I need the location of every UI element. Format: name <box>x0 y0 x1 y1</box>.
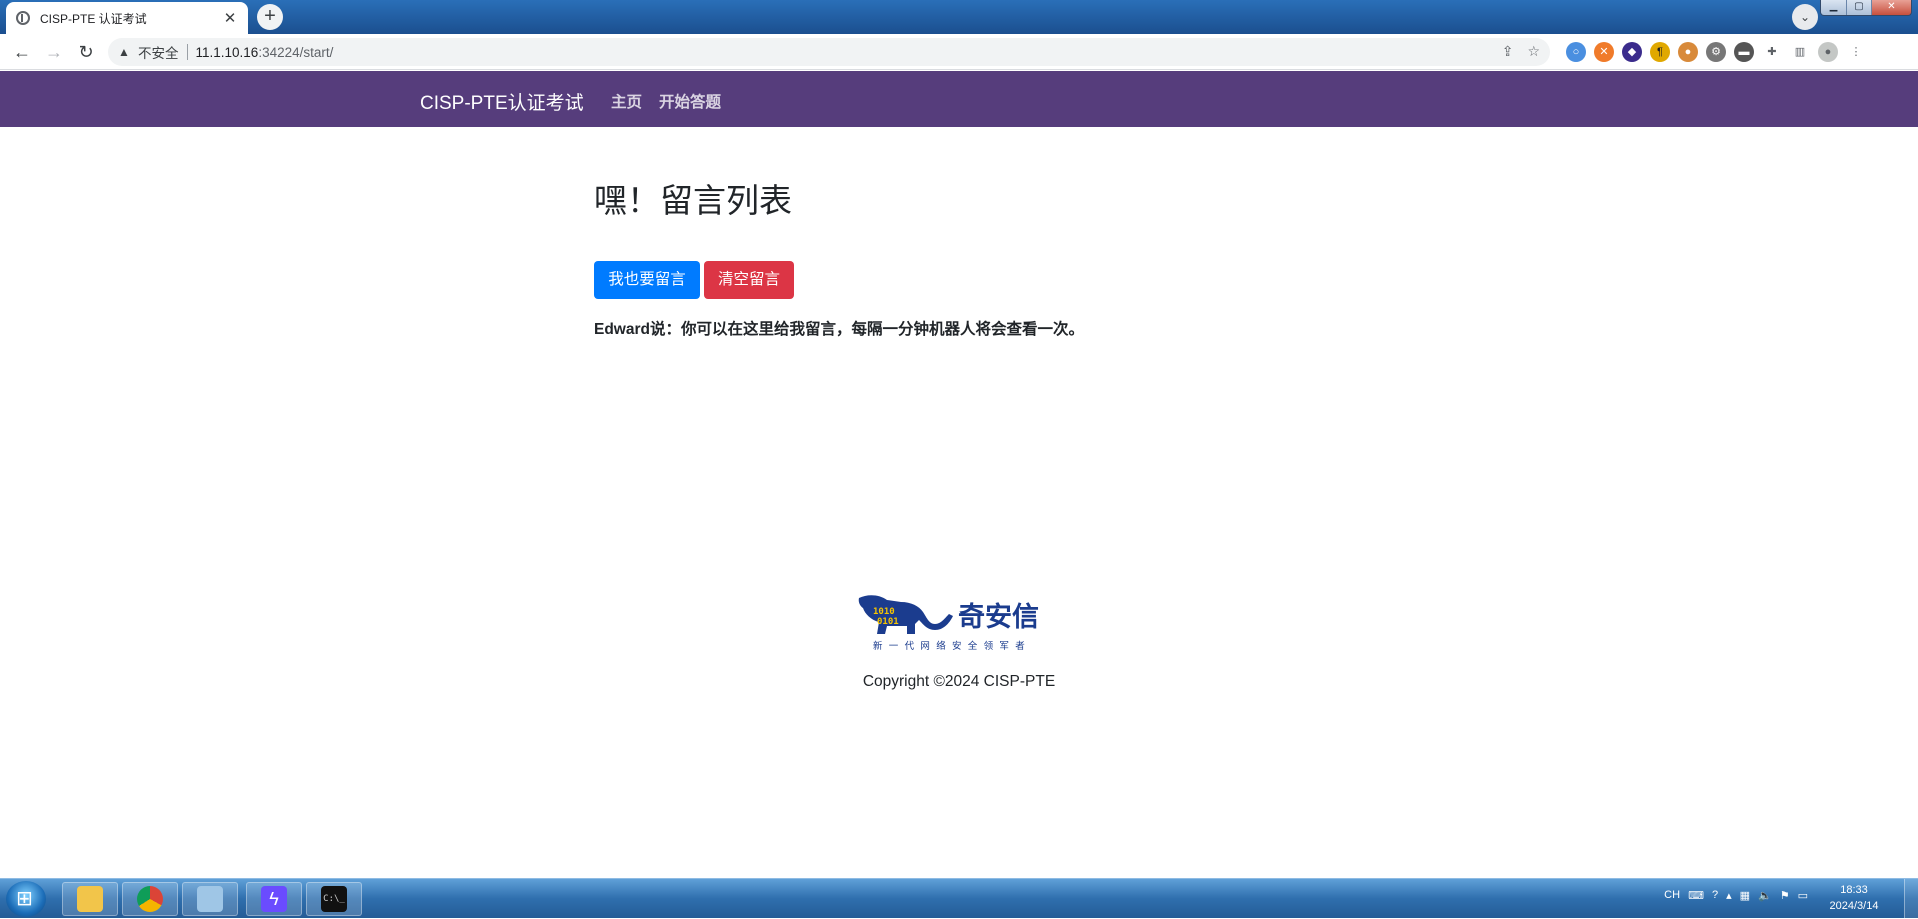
power-icon[interactable]: ▭ <box>1798 889 1808 902</box>
svg-text:0101: 0101 <box>877 617 899 627</box>
extension-pilcrow-icon[interactable]: ¶ <box>1650 42 1670 62</box>
new-tab-button[interactable]: + <box>257 4 283 30</box>
insecure-label[interactable]: 不安全 <box>138 42 179 62</box>
browser-toolbar: ← → ↻ ▲ 不安全 11.1.10.16:34224/start/ ⇪ ☆ … <box>0 34 1918 70</box>
clock-date: 2024/3/14 <box>1829 900 1879 912</box>
url-host: 11.1.10.16 <box>195 44 259 60</box>
extension-circle-icon[interactable]: ○ <box>1566 42 1586 62</box>
clock-time: 18:33 <box>1840 884 1868 896</box>
copyright-text: Copyright ©2024 CISP-PTE <box>862 673 1056 690</box>
chrome-icon <box>137 886 163 912</box>
system-clock[interactable]: 18:33 2024/3/14 <box>1814 882 1894 914</box>
share-icon[interactable]: ⇪ <box>1502 43 1514 60</box>
flag-icon[interactable]: ⚑ <box>1780 889 1790 902</box>
folder-icon <box>77 886 103 912</box>
minimize-button[interactable]: ▁ <box>1821 0 1846 15</box>
browser-tabstrip: CISP-PTE 认证考试 ✕ + ⌄ ▁ ▢ ✕ <box>0 0 1918 34</box>
start-button[interactable] <box>6 881 46 917</box>
omnibox-actions: ⇪ ☆ <box>1502 43 1540 60</box>
omnibox-divider <box>186 44 188 60</box>
window-controls: ▁ ▢ ✕ <box>1820 0 1912 16</box>
extension-hat-icon[interactable]: ▬ <box>1734 42 1754 62</box>
extensions-bar: ○ ✕ ◆ ¶ ● ⚙ ▬ ✚ ▥ ● ⋮ <box>1566 42 1866 62</box>
site-brand[interactable]: CISP-PTE认证考试 <box>420 88 584 115</box>
keyboard-icon[interactable]: ⌨ <box>1688 889 1704 902</box>
tab-title: CISP-PTE 认证考试 <box>40 11 147 26</box>
logo-name: 奇安信 <box>958 602 1039 633</box>
profile-avatar-icon[interactable]: ● <box>1818 42 1838 62</box>
warning-icon[interactable]: ▲ <box>118 45 132 59</box>
qianxin-logo: 1010 0101 奇安信 新一代网络安全领军者 <box>858 595 1039 652</box>
browser-tab-active[interactable]: CISP-PTE 认证考试 ✕ <box>6 2 248 34</box>
taskbar-explorer[interactable] <box>62 882 118 916</box>
site-navbar: CISP-PTE认证考试 主页 开始答题 <box>0 71 1918 127</box>
system-tray: CH ⌨ ? ▴ ▦ 🔈 ⚑ ▭ <box>1664 889 1808 902</box>
extension-gear-icon[interactable]: ⚙ <box>1706 42 1726 62</box>
extension-cookie-icon[interactable]: ● <box>1678 42 1698 62</box>
back-arrow-icon[interactable]: ← <box>10 40 34 64</box>
address-bar[interactable]: ▲ 不安全 11.1.10.16:34224/start/ ⇪ ☆ <box>108 38 1550 66</box>
tray-overflow-icon[interactable]: ▴ <box>1726 889 1732 902</box>
bookmark-star-icon[interactable]: ☆ <box>1527 43 1540 60</box>
help-icon[interactable]: ? <box>1712 889 1718 902</box>
tab-close-icon[interactable]: ✕ <box>222 9 238 27</box>
network-icon[interactable]: ▦ <box>1740 889 1750 902</box>
lightning-icon: ϟ <box>261 886 287 912</box>
extension-orange-icon[interactable]: ✕ <box>1594 42 1614 62</box>
menu-kebab-icon[interactable]: ⋮ <box>1846 42 1866 62</box>
taskbar-chrome[interactable] <box>122 882 178 916</box>
logo-slogan: 新一代网络安全领军者 <box>873 640 1031 652</box>
taskbar-notepad[interactable] <box>182 882 238 916</box>
extension-badge-icon[interactable]: ◆ <box>1622 42 1642 62</box>
message-item: Edward说：你可以在这里给我留言，每隔一分钟机器人将会查看一次。 <box>594 321 1084 338</box>
language-indicator[interactable]: CH <box>1664 889 1680 902</box>
url-path: :34224/start/ <box>258 44 334 60</box>
taskbar-app-bolt[interactable]: ϟ <box>246 882 302 916</box>
extensions-puzzle-icon[interactable]: ✚ <box>1762 42 1782 62</box>
maximize-button[interactable]: ▢ <box>1846 0 1871 15</box>
clear-messages-button[interactable]: 清空留言 <box>704 261 794 299</box>
os-taskbar: ϟ C:\_ CH ⌨ ? ▴ ▦ 🔈 ⚑ ▭ 18:33 2024/3/14 <box>0 878 1918 919</box>
side-panel-icon[interactable]: ▥ <box>1790 42 1810 62</box>
page-title: 嘿！留言列表 <box>594 182 792 219</box>
tiger-logo-icon: 1010 0101 <box>858 595 953 634</box>
nav-link-home[interactable]: 主页 <box>611 90 642 112</box>
globe-icon <box>16 11 30 25</box>
volume-icon[interactable]: 🔈 <box>1758 889 1772 902</box>
svg-text:1010: 1010 <box>873 607 895 617</box>
terminal-icon: C:\_ <box>321 886 347 912</box>
leave-message-button[interactable]: 我也要留言 <box>594 261 700 299</box>
close-window-button[interactable]: ✕ <box>1871 0 1911 15</box>
show-desktop-button[interactable] <box>1904 879 1918 919</box>
nav-link-start-quiz[interactable]: 开始答题 <box>659 90 721 112</box>
taskbar-cmd[interactable]: C:\_ <box>306 882 362 916</box>
reload-icon[interactable]: ↻ <box>74 40 98 64</box>
notepad-icon <box>197 886 223 912</box>
forward-arrow-icon[interactable]: → <box>42 40 66 64</box>
tab-search-chevron-icon[interactable]: ⌄ <box>1792 4 1818 30</box>
